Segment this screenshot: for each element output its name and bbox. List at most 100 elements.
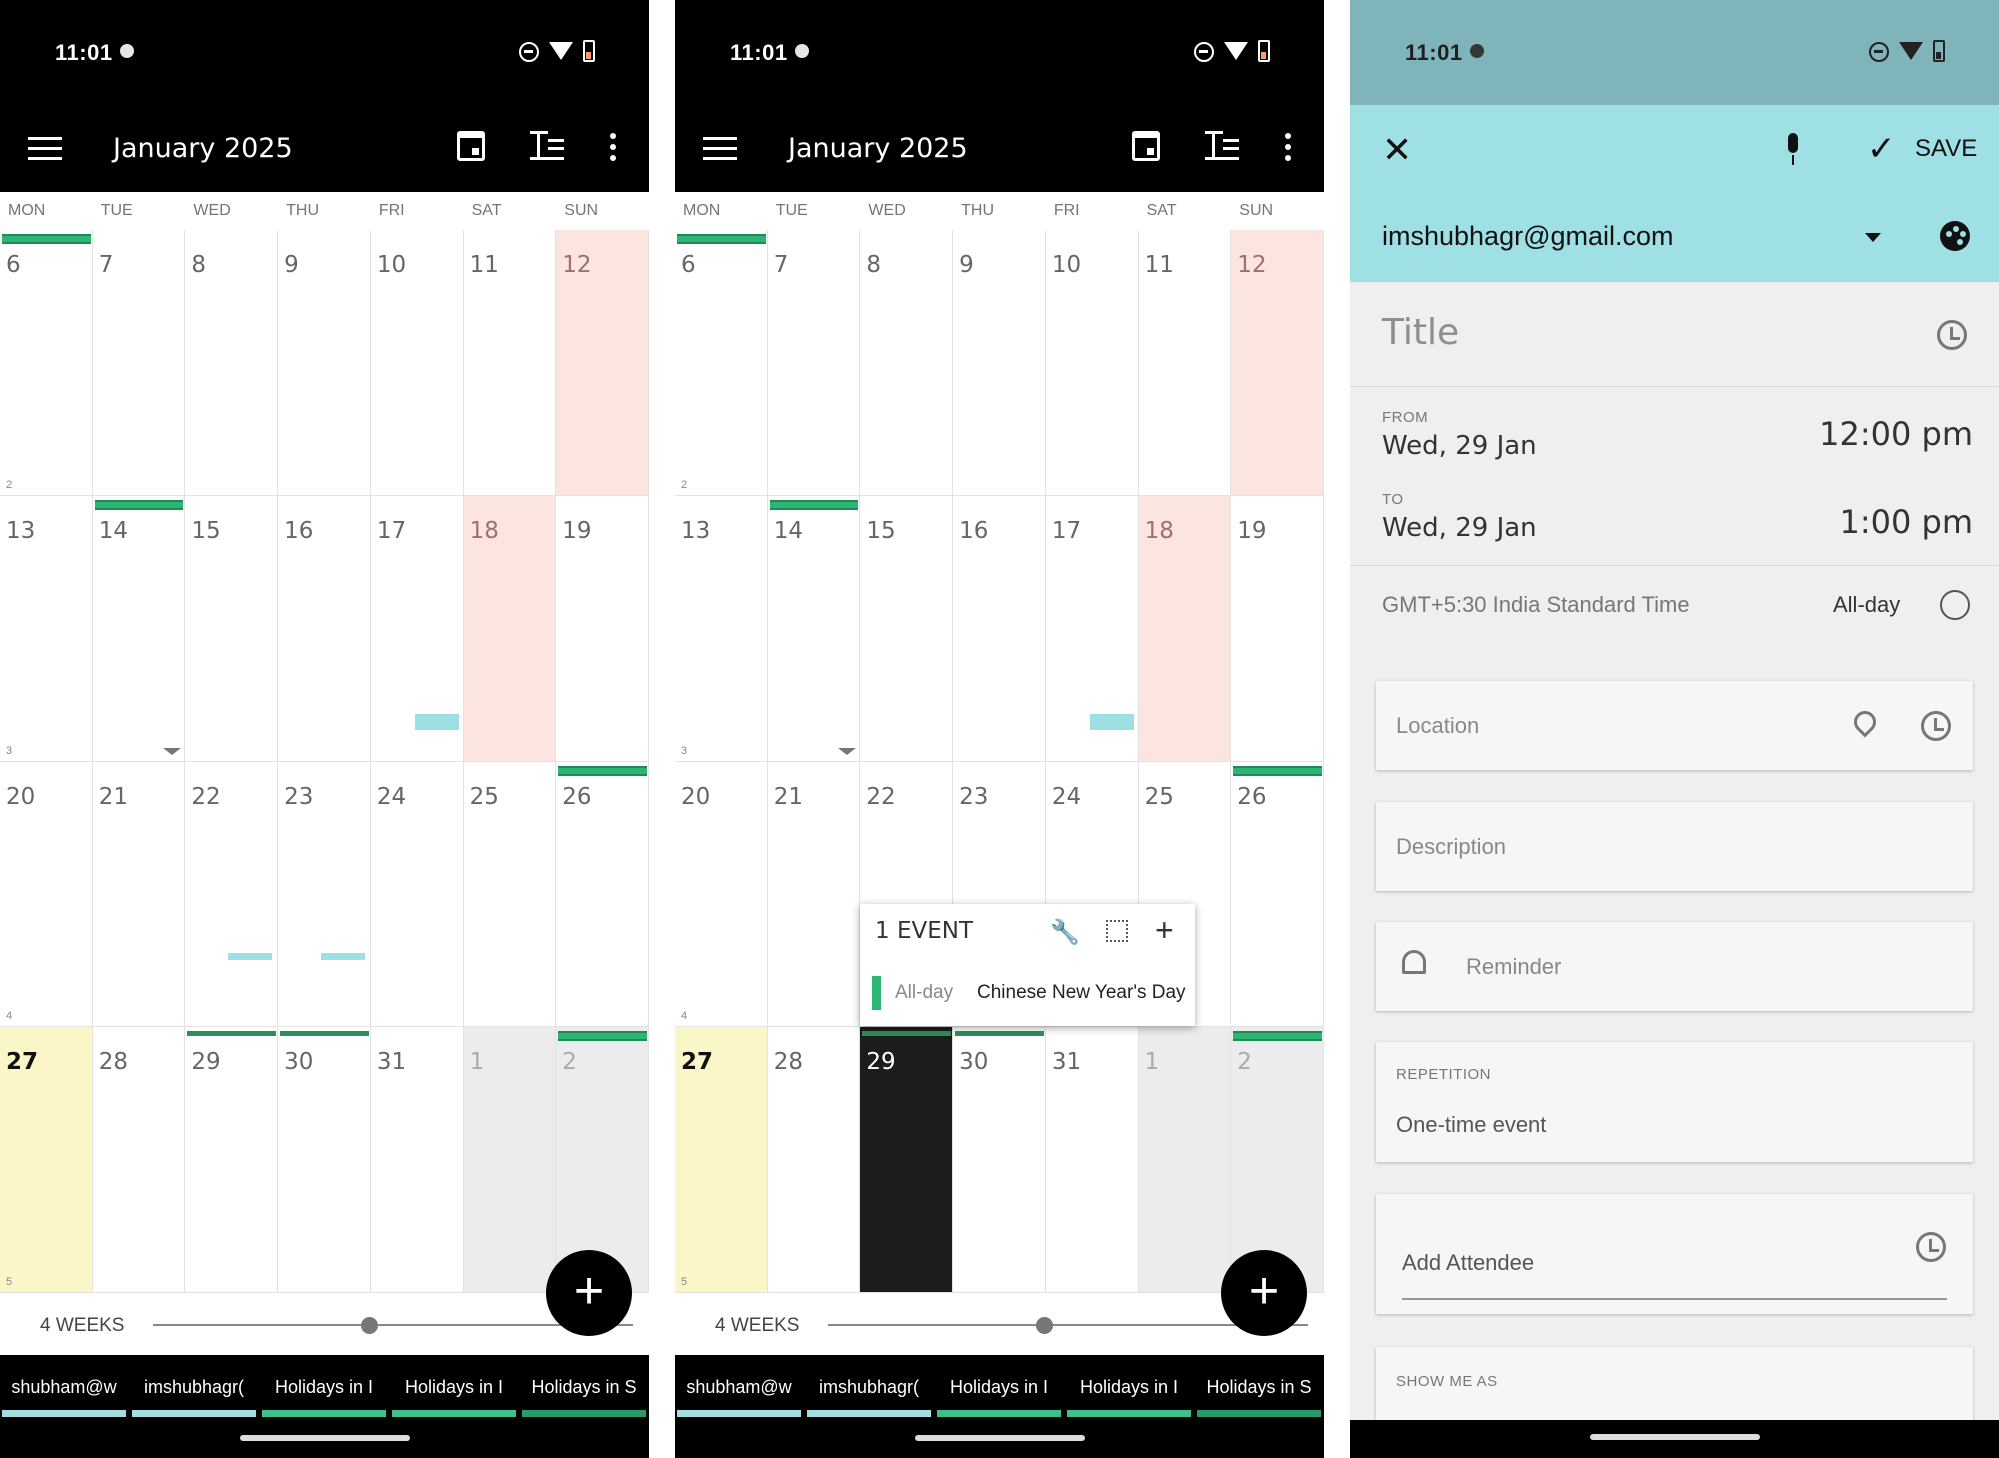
from-date[interactable]: Wed, 29 Jan	[1382, 431, 1537, 461]
event-bar[interactable]	[1233, 765, 1322, 776]
overflow-menu-icon[interactable]	[1285, 133, 1293, 163]
day-cell[interactable]: 21	[92, 761, 186, 1028]
reminder-card[interactable]: Reminder	[1376, 922, 1973, 1011]
location-card[interactable]: Location	[1376, 681, 1973, 770]
event-bar[interactable]	[558, 1031, 647, 1042]
menu-icon[interactable]	[28, 137, 62, 161]
event-marker[interactable]	[1089, 713, 1134, 730]
event-bar[interactable]	[862, 1031, 952, 1037]
day-cell[interactable]: 11	[1138, 230, 1232, 496]
event-marker[interactable]	[414, 713, 459, 730]
event-bar[interactable]	[769, 499, 859, 510]
day-cell[interactable]: 26	[1231, 761, 1324, 1028]
day-cell[interactable]: 62	[0, 230, 93, 496]
day-cell[interactable]: 30	[278, 1027, 371, 1293]
repetition-value[interactable]: One-time event	[1396, 1112, 1546, 1138]
today-calendar-icon[interactable]	[1132, 131, 1160, 161]
today-calendar-icon[interactable]	[457, 131, 485, 161]
event-bar[interactable]	[955, 1031, 1044, 1037]
add-icon[interactable]: +	[1155, 912, 1174, 949]
event-bar[interactable]	[677, 234, 766, 244]
account-chip[interactable]: shubham@w	[675, 1377, 803, 1417]
microphone-icon[interactable]	[1784, 133, 1802, 165]
repetition-card[interactable]: REPETITION One-time event	[1376, 1042, 1973, 1162]
day-cell[interactable]: 14	[92, 495, 186, 762]
day-cell[interactable]: 18	[463, 495, 557, 762]
day-cell[interactable]: 10	[370, 230, 464, 496]
day-cell[interactable]: 1	[463, 1027, 557, 1293]
text-size-icon[interactable]	[530, 127, 566, 163]
more-events-icon[interactable]	[838, 747, 857, 755]
month-title[interactable]: January 2025	[788, 133, 968, 164]
add-event-button[interactable]: +	[546, 1250, 632, 1336]
to-time[interactable]: 1:00 pm	[1839, 503, 1973, 541]
day-cell[interactable]: 20 4	[675, 761, 768, 1028]
day-cell[interactable]: 8	[185, 230, 279, 496]
day-cell[interactable]: 27 5	[0, 1027, 93, 1293]
more-events-icon[interactable]	[163, 747, 182, 755]
day-cell[interactable]: 11	[463, 230, 557, 496]
palette-icon[interactable]	[1940, 221, 1970, 251]
event-marker[interactable]	[228, 952, 273, 960]
account-chip[interactable]: imshubhagr(	[130, 1377, 258, 1417]
day-cell[interactable]: 19	[1231, 495, 1324, 762]
day-cell[interactable]: 28	[92, 1027, 186, 1293]
history-icon[interactable]	[1916, 1232, 1946, 1262]
event-bar[interactable]	[1233, 1031, 1322, 1042]
text-size-icon[interactable]	[1205, 127, 1241, 163]
day-cell[interactable]: 1	[1138, 1027, 1232, 1293]
attendee-input[interactable]: Add Attendee	[1402, 1250, 1534, 1276]
day-cell[interactable]: 13 3	[675, 495, 768, 762]
event-bar[interactable]	[187, 1031, 277, 1037]
attendee-card[interactable]: Add Attendee	[1376, 1194, 1973, 1314]
day-cell[interactable]: 9	[953, 230, 1046, 496]
month-title[interactable]: January 2025	[113, 133, 293, 164]
day-cell[interactable]: 31	[370, 1027, 464, 1293]
allday-toggle[interactable]	[1940, 590, 1970, 620]
day-cell[interactable]: 26	[556, 761, 649, 1028]
day-cell[interactable]: 10	[1045, 230, 1139, 496]
account-chip[interactable]: imshubhagr(	[805, 1377, 933, 1417]
description-card[interactable]: Description	[1376, 802, 1973, 891]
day-cell[interactable]: 18	[1138, 495, 1232, 762]
day-cell[interactable]: 9	[278, 230, 371, 496]
account-selector[interactable]: imshubhagr@gmail.com	[1382, 221, 1674, 252]
location-pin-icon[interactable]	[1849, 706, 1881, 738]
account-chip[interactable]: Holidays in I	[260, 1377, 388, 1417]
day-cell[interactable]: 8	[860, 230, 954, 496]
check-icon[interactable]: ✓	[1867, 129, 1896, 169]
event-bar[interactable]	[558, 765, 647, 776]
day-cell[interactable]: 27 5	[675, 1027, 768, 1293]
menu-icon[interactable]	[703, 137, 737, 161]
day-cell[interactable]: 7	[92, 230, 186, 496]
weeks-slider-handle[interactable]	[1036, 1317, 1053, 1334]
account-chip[interactable]: Holidays in S	[520, 1377, 648, 1417]
close-icon[interactable]: ✕	[1382, 129, 1412, 171]
weeks-slider-handle[interactable]	[361, 1317, 378, 1334]
day-cell[interactable]: 24	[370, 761, 464, 1028]
day-cell[interactable]: 25	[463, 761, 557, 1028]
day-cell[interactable]: 12	[1231, 230, 1324, 496]
reminder-label[interactable]: Reminder	[1466, 954, 1561, 980]
day-cell[interactable]: 29	[185, 1027, 279, 1293]
day-cell[interactable]: 62	[675, 230, 768, 496]
day-cell[interactable]: 7	[767, 230, 861, 496]
day-cell[interactable]: 30	[953, 1027, 1046, 1293]
wrench-icon[interactable]: 🔧	[1050, 918, 1080, 947]
day-cell[interactable]: 23	[278, 761, 371, 1028]
description-input[interactable]: Description	[1396, 834, 1506, 860]
overflow-menu-icon[interactable]	[610, 133, 618, 163]
history-icon[interactable]	[1921, 711, 1951, 741]
to-date[interactable]: Wed, 29 Jan	[1382, 513, 1537, 543]
day-cell[interactable]: 14	[767, 495, 861, 762]
history-icon[interactable]	[1937, 320, 1967, 350]
select-icon[interactable]	[1106, 920, 1128, 942]
account-chip[interactable]: Holidays in I	[1065, 1377, 1193, 1417]
day-cell[interactable]: 15	[185, 495, 279, 762]
day-cell[interactable]: 16	[953, 495, 1046, 762]
day-cell[interactable]: 31	[1045, 1027, 1139, 1293]
event-bar[interactable]	[2, 234, 91, 244]
save-button[interactable]: SAVE	[1915, 135, 1977, 163]
event-marker[interactable]	[321, 952, 366, 960]
location-input[interactable]: Location	[1396, 713, 1479, 739]
